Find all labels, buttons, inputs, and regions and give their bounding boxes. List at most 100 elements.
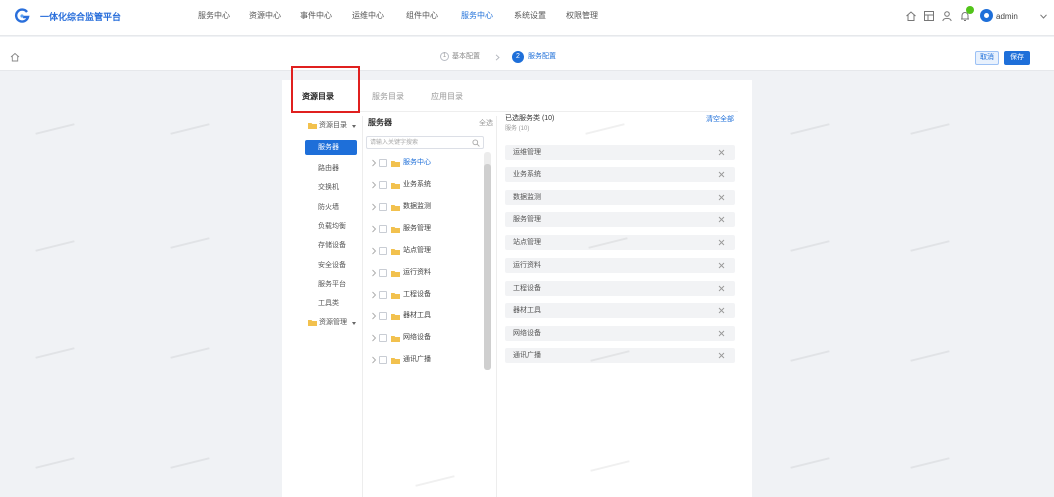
remove-icon[interactable] [718,262,725,269]
checkbox[interactable] [379,356,387,364]
watermark [910,457,950,469]
checkbox[interactable] [379,159,387,167]
left-item[interactable]: 存储设备 [318,241,346,250]
tree-row[interactable]: 服务中心 [366,156,482,170]
remove-icon[interactable] [718,307,725,314]
selected-item: 运行资料 [505,258,735,273]
expand-arrow-icon[interactable] [371,269,377,277]
expand-arrow-icon[interactable] [371,203,377,211]
tree-row-label: 数据监测 [403,203,431,210]
remove-icon[interactable] [718,171,725,178]
user-name[interactable]: admin [996,12,1018,22]
left-item[interactable]: 负载均衡 [318,222,346,231]
left-item-label: 服务器 [318,144,339,151]
folder-icon [308,123,317,129]
remove-icon[interactable] [718,149,725,156]
caret-down-icon[interactable] [352,125,356,128]
checkbox[interactable] [379,269,387,277]
selected-title: 已选服务类 (10) [505,115,555,122]
tree-row-label: 业务系统 [403,181,431,188]
save-button[interactable]: 保存 [1004,51,1030,65]
watermark [170,237,210,249]
tree-row[interactable]: 工程设备 [366,288,482,302]
nav-item-4[interactable]: 运维中心 [352,11,384,21]
expand-arrow-icon[interactable] [371,247,377,255]
checkbox[interactable] [379,203,387,211]
selected-item: 业务系统 [505,167,735,182]
caret-down-icon[interactable] [352,322,356,325]
search-icon[interactable] [472,139,480,147]
expand-arrow-icon[interactable] [371,312,377,320]
checkbox[interactable] [379,312,387,320]
nav-item-6-active[interactable]: 服务中心 [461,11,493,21]
search-field[interactable] [366,136,484,149]
tree-row[interactable]: 站点管理 [366,244,482,258]
remove-icon[interactable] [718,216,725,223]
tree-row[interactable]: 网络设备 [366,331,482,345]
left-item[interactable]: 防火墙 [318,203,339,212]
watermark [790,240,830,252]
remove-icon[interactable] [718,330,725,337]
tree-row[interactable]: 服务管理 [366,222,482,236]
select-all-link[interactable]: 全选 [479,119,493,128]
left-item[interactable]: 服务平台 [318,280,346,289]
tree-group-resource-management[interactable]: 资源管理 [319,318,347,327]
expand-arrow-icon[interactable] [371,181,377,189]
left-item[interactable]: 安全设备 [318,261,346,270]
clear-all-link[interactable]: 清空全部 [706,115,734,124]
search-input[interactable] [370,138,470,147]
scrollbar-thumb[interactable] [484,164,491,370]
checkbox[interactable] [379,291,387,299]
left-item[interactable]: 交换机 [318,183,339,192]
home-icon[interactable] [10,52,20,62]
remove-icon[interactable] [718,194,725,201]
remove-icon[interactable] [718,352,725,359]
expand-arrow-icon[interactable] [371,159,377,167]
expand-arrow-icon[interactable] [371,334,377,342]
tab-resource-catalog[interactable]: 资源目录 [302,92,334,102]
selected-item-label: 服务管理 [513,216,541,223]
watermark [35,457,75,469]
chevron-down-icon[interactable] [1040,14,1047,19]
selected-item-label: 站点管理 [513,239,541,246]
user-icon[interactable] [941,10,953,22]
tab-app-catalog[interactable]: 应用目录 [431,92,463,102]
step-2-number: 2 [512,51,524,63]
nav-item-2[interactable]: 资源中心 [249,11,281,21]
folder-icon [308,320,317,326]
nav-item-3[interactable]: 事件中心 [300,11,332,21]
tree-row[interactable]: 数据监测 [366,200,482,214]
config-panel: 资源目录 服务目录 应用目录 资源目录 服务器 路由器 交换机 防火墙 负载均衡… [282,80,752,497]
nav-item-1[interactable]: 服务中心 [198,11,230,21]
tab-service-catalog[interactable]: 服务目录 [372,92,404,102]
watermark [170,347,210,359]
checkbox[interactable] [379,225,387,233]
home-icon[interactable] [905,10,917,22]
cancel-button[interactable]: 取消 [975,51,999,65]
avatar[interactable] [980,9,993,22]
tree-row[interactable]: 通讯广播 [366,353,482,367]
tree-row[interactable]: 业务系统 [366,178,482,192]
nav-item-8[interactable]: 权限管理 [566,11,598,21]
checkbox[interactable] [379,247,387,255]
left-item[interactable]: 工具类 [318,299,339,308]
left-item[interactable]: 路由器 [318,164,339,173]
expand-arrow-icon[interactable] [371,225,377,233]
tree-row[interactable]: 运行资料 [366,266,482,280]
tree-group-resource-catalog[interactable]: 资源目录 [319,121,347,130]
nav-item-7[interactable]: 系统设置 [514,11,546,21]
expand-arrow-icon[interactable] [371,291,377,299]
checkbox[interactable] [379,181,387,189]
selected-item: 运维管理 [505,145,735,160]
checkbox[interactable] [379,334,387,342]
remove-icon[interactable] [718,239,725,246]
folder-icon [391,313,400,320]
selected-item-label: 运行资料 [513,262,541,269]
expand-arrow-icon[interactable] [371,356,377,364]
watermark [910,240,950,252]
left-item-selected[interactable]: 服务器 [305,140,357,155]
nav-item-5[interactable]: 组件中心 [406,11,438,21]
tree-row[interactable]: 器材工具 [366,309,482,323]
grid-icon[interactable] [923,10,935,22]
remove-icon[interactable] [718,285,725,292]
